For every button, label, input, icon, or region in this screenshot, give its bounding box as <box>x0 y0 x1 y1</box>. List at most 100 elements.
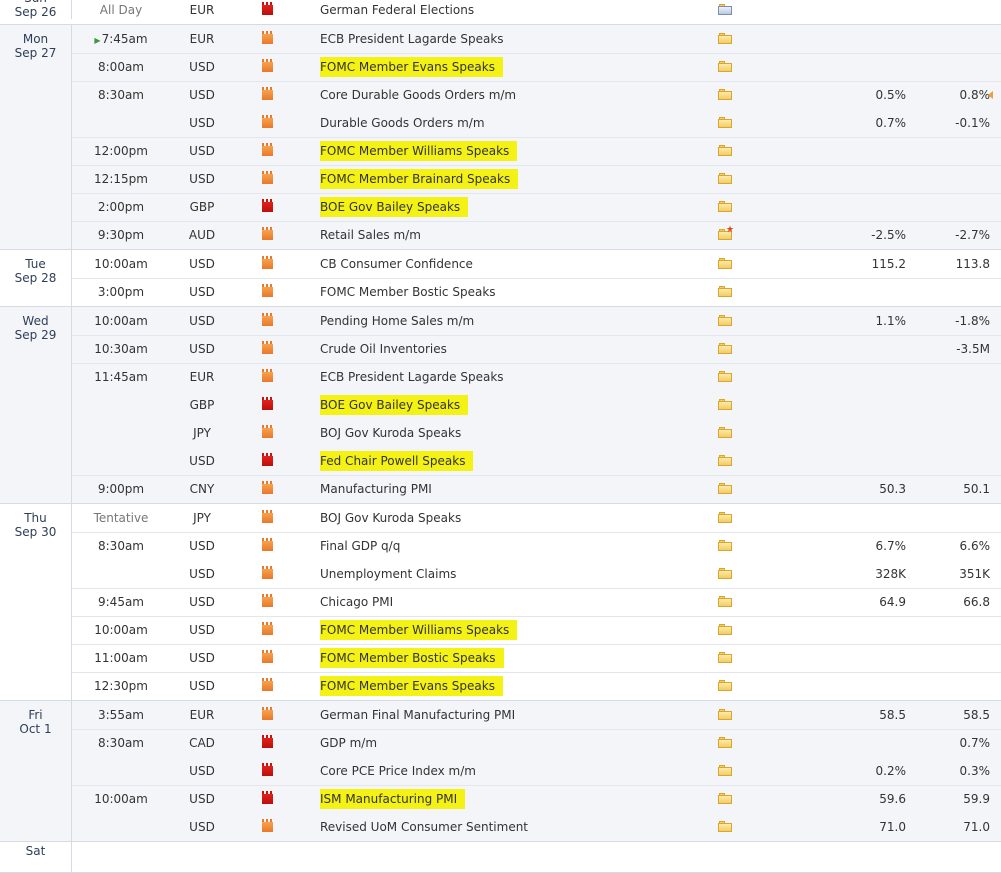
folder-icon[interactable] <box>718 821 732 832</box>
table-row[interactable]: 11:45am EUR ECB President Lagarde Speaks <box>72 363 1001 391</box>
event-title[interactable]: Pending Home Sales m/m <box>320 307 474 335</box>
event-title[interactable]: BOE Gov Bailey Speaks <box>320 197 469 217</box>
table-row[interactable]: 9:00pm CNY Manufacturing PMI 50.3 50.1 <box>72 475 1001 503</box>
event-title[interactable]: Core PCE Price Index m/m <box>320 757 476 785</box>
high-impact-icon[interactable] <box>262 453 273 466</box>
table-row[interactable]: USD Core PCE Price Index m/m 0.2% 0.3% <box>72 757 1001 785</box>
table-row[interactable]: USD Unemployment Claims 328K 351K <box>72 560 1001 588</box>
folder-icon[interactable] <box>718 596 732 607</box>
medium-impact-icon[interactable] <box>262 819 273 832</box>
document-icon[interactable] <box>718 4 732 15</box>
medium-impact-icon[interactable] <box>262 425 273 438</box>
folder-icon[interactable] <box>718 624 732 635</box>
folder-icon[interactable] <box>718 258 732 269</box>
folder-icon[interactable] <box>718 343 732 354</box>
event-title[interactable]: GDP m/m <box>320 730 377 756</box>
folder-icon[interactable]: ★ <box>718 226 734 240</box>
table-row[interactable]: 12:30pm USD FOMC Member Evans Speaks <box>72 672 1001 700</box>
folder-icon[interactable] <box>718 61 732 72</box>
event-title[interactable]: BOJ Gov Kuroda Speaks <box>320 504 461 532</box>
medium-impact-icon[interactable] <box>262 171 273 184</box>
folder-icon[interactable] <box>718 568 732 579</box>
folder-icon[interactable] <box>718 540 732 551</box>
medium-impact-icon[interactable] <box>262 284 273 297</box>
table-row[interactable]: 10:00am USD Pending Home Sales m/m 1.1% -1.8… <box>72 307 1001 335</box>
event-title[interactable]: BOE Gov Bailey Speaks <box>320 395 469 415</box>
medium-impact-icon[interactable] <box>262 115 273 128</box>
table-row[interactable]: 8:30am USD Core Durable Goods Orders m/m 0.… <box>72 81 1001 109</box>
event-title[interactable]: ISM Manufacturing PMI <box>320 789 466 809</box>
medium-impact-icon[interactable] <box>262 87 273 100</box>
folder-icon[interactable] <box>718 371 732 382</box>
medium-impact-icon[interactable] <box>262 481 273 494</box>
folder-icon[interactable] <box>718 399 732 410</box>
folder-icon[interactable] <box>718 173 732 184</box>
table-row[interactable]: 10:00am USD ISM Manufacturing PMI 59.6 59.9 <box>72 785 1001 813</box>
folder-icon[interactable] <box>718 286 732 297</box>
table-row[interactable]: 12:00pm USD FOMC Member Williams Speaks <box>72 137 1001 165</box>
folder-icon[interactable] <box>718 652 732 663</box>
table-row[interactable]: 9:30pm AUD Retail Sales m/m ★ -2.5% -2.7% <box>72 221 1001 249</box>
folder-icon[interactable] <box>718 680 732 691</box>
table-row[interactable]: USD Revised UoM Consumer Sentiment 71.0 71.… <box>72 813 1001 841</box>
event-title[interactable]: Durable Goods Orders m/m <box>320 109 485 137</box>
table-row[interactable]: 11:00am USD FOMC Member Bostic Speaks <box>72 644 1001 672</box>
folder-icon[interactable] <box>718 737 732 748</box>
event-title[interactable]: Retail Sales m/m <box>320 222 421 248</box>
table-row[interactable]: 3:00pm USD FOMC Member Bostic Speaks <box>72 278 1001 306</box>
event-title[interactable]: FOMC Member Williams Speaks <box>320 141 518 161</box>
table-row[interactable]: 8:30am USD Final GDP q/q 6.7% 6.6% <box>72 532 1001 560</box>
table-row[interactable]: 3:55am EUR German Final Manufacturing PMI 5… <box>72 701 1001 729</box>
medium-impact-icon[interactable] <box>262 538 273 551</box>
event-title[interactable]: CB Consumer Confidence <box>320 250 473 278</box>
folder-icon[interactable] <box>718 483 732 494</box>
event-title[interactable]: BOJ Gov Kuroda Speaks <box>320 419 461 447</box>
event-title[interactable]: FOMC Member Williams Speaks <box>320 620 518 640</box>
event-title[interactable]: German Final Manufacturing PMI <box>320 701 515 729</box>
table-row[interactable]: ▶7:45am EUR ECB President Lagarde Speaks <box>72 25 1001 53</box>
event-title[interactable]: FOMC Member Bostic Speaks <box>320 279 496 305</box>
event-title[interactable]: Manufacturing PMI <box>320 476 432 502</box>
high-impact-icon[interactable] <box>262 791 273 804</box>
medium-impact-icon[interactable] <box>262 256 273 269</box>
event-title[interactable]: FOMC Member Bostic Speaks <box>320 648 504 668</box>
folder-icon[interactable] <box>718 709 732 720</box>
table-row[interactable]: Tentative JPY BOJ Gov Kuroda Speaks <box>72 504 1001 532</box>
event-title[interactable]: FOMC Member Brainard Speaks <box>320 169 519 189</box>
table-row[interactable]: All Day EUR German Federal Elections <box>72 0 1001 24</box>
table-row[interactable]: 8:00am USD FOMC Member Evans Speaks <box>72 53 1001 81</box>
event-title[interactable]: ECB President Lagarde Speaks <box>320 364 504 390</box>
event-title[interactable]: Chicago PMI <box>320 589 393 615</box>
table-row[interactable]: 9:45am USD Chicago PMI 64.9 66.8 <box>72 588 1001 616</box>
folder-icon[interactable] <box>718 765 732 776</box>
high-impact-icon[interactable] <box>262 199 273 212</box>
table-row[interactable]: GBP BOE Gov Bailey Speaks <box>72 391 1001 419</box>
event-title[interactable]: FOMC Member Evans Speaks <box>320 676 503 696</box>
folder-icon[interactable] <box>718 455 732 466</box>
medium-impact-icon[interactable] <box>262 227 273 240</box>
high-impact-icon[interactable] <box>262 2 273 15</box>
high-impact-icon[interactable] <box>262 397 273 410</box>
table-row[interactable]: USD Fed Chair Powell Speaks <box>72 447 1001 475</box>
folder-icon[interactable] <box>718 315 732 326</box>
high-impact-icon[interactable] <box>262 763 273 776</box>
event-title[interactable]: FOMC Member Evans Speaks <box>320 57 503 77</box>
event-title[interactable]: Core Durable Goods Orders m/m <box>320 82 516 108</box>
medium-impact-icon[interactable] <box>262 341 273 354</box>
folder-icon[interactable] <box>718 33 732 44</box>
medium-impact-icon[interactable] <box>262 678 273 691</box>
medium-impact-icon[interactable] <box>262 31 273 44</box>
event-title[interactable]: German Federal Elections <box>320 0 474 24</box>
medium-impact-icon[interactable] <box>262 566 273 579</box>
event-title[interactable]: Revised UoM Consumer Sentiment <box>320 813 528 841</box>
medium-impact-icon[interactable] <box>262 650 273 663</box>
medium-impact-icon[interactable] <box>262 622 273 635</box>
table-row[interactable]: JPY BOJ Gov Kuroda Speaks <box>72 419 1001 447</box>
event-title[interactable]: Crude Oil Inventories <box>320 336 447 362</box>
medium-impact-icon[interactable] <box>262 707 273 720</box>
medium-impact-icon[interactable] <box>262 594 273 607</box>
medium-impact-icon[interactable] <box>262 59 273 72</box>
left-arrow-icon[interactable] <box>988 91 993 99</box>
event-title[interactable]: Final GDP q/q <box>320 533 400 559</box>
table-row[interactable]: 10:30am USD Crude Oil Inventories -3.5M <box>72 335 1001 363</box>
